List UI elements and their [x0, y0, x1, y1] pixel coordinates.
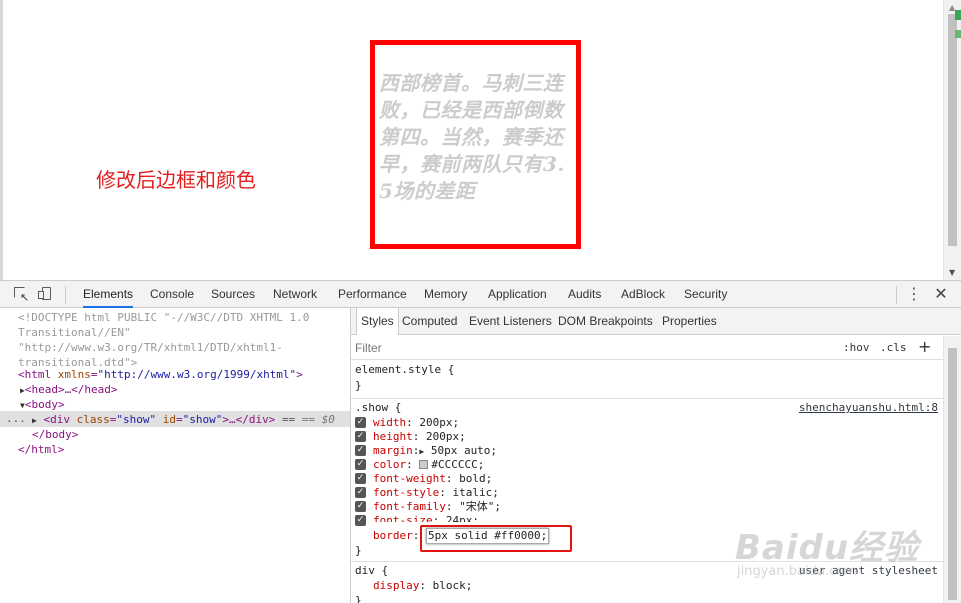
declaration-height[interactable]: height: 200px; — [373, 430, 466, 444]
devtools-toolbar: ↖ Elements Console Sources Network Perfo… — [0, 280, 961, 308]
checkbox-icon[interactable]: ✓ — [355, 459, 366, 470]
tab-network[interactable]: Network — [273, 281, 317, 308]
rule-separator — [351, 398, 943, 399]
checkbox-icon[interactable]: ✓ — [355, 445, 366, 456]
hover-state-toggle[interactable]: :hov — [843, 341, 870, 354]
tab-security[interactable]: Security — [684, 281, 727, 308]
declaration-width[interactable]: width: 200px; — [373, 416, 459, 430]
close-icon[interactable]: ✕ — [933, 284, 949, 304]
declaration-font-weight[interactable]: font-weight: bold; — [373, 472, 492, 486]
styles-scrollbar[interactable] — [943, 336, 961, 603]
rule-close-brace: } — [355, 379, 362, 392]
row-menu-dots[interactable]: ... — [6, 411, 26, 426]
scroll-down-arrow-icon[interactable]: ▼ — [949, 268, 955, 277]
right-edge-strip — [955, 0, 961, 60]
checkbox-icon[interactable]: ✓ — [355, 515, 366, 526]
div-show-node[interactable]: ▶ <div class="show" id="show">…</div> ==… — [32, 412, 335, 428]
expand-arrow-icon[interactable]: ▶ — [419, 447, 424, 456]
baidu-url: jingyan.baidu.com — [737, 564, 857, 579]
doctype-line[interactable]: "http://www.w3.org/TR/xhtml1/DTD/xhtml1- — [18, 340, 283, 355]
more-options-icon[interactable]: ⋮ — [906, 285, 922, 303]
declaration-font-size[interactable]: font-size: 24px; — [373, 514, 479, 522]
tab-elements[interactable]: Elements — [83, 281, 134, 308]
subtab-event-listeners[interactable]: Event Listeners — [465, 308, 556, 334]
subtab-dom-breakpoints[interactable]: DOM Breakpoints — [554, 308, 657, 334]
show-div: 西部榜首。马刺三连败，已经是西部倒数第四。当然，赛季还早，赛前两队只有3.5场的… — [370, 40, 581, 249]
declaration-margin[interactable]: margin:▶ 50px auto; — [373, 444, 497, 459]
tab-application[interactable]: Application — [488, 281, 547, 308]
body-close[interactable]: </body> — [32, 427, 78, 442]
checkbox-icon[interactable]: ✓ — [355, 431, 366, 442]
tab-console[interactable]: Console — [150, 281, 194, 308]
inspect-element-icon[interactable]: ↖ — [14, 287, 29, 303]
page-viewport: 修改后边框和颜色 西部榜首。马刺三连败，已经是西部倒数第四。当然，赛季还早，赛前… — [0, 0, 961, 280]
html-node[interactable]: <html xmlns="http://www.w3.org/1999/xhtm… — [18, 367, 303, 382]
doctype-line[interactable]: <!DOCTYPE html PUBLIC "-//W3C//DTD XHTML… — [18, 310, 309, 325]
selected-marker: == $0 — [301, 413, 335, 426]
add-rule-icon[interactable]: + — [918, 337, 931, 356]
color-swatch-icon[interactable] — [419, 460, 429, 469]
toolbar-divider — [65, 286, 66, 304]
checkbox-icon[interactable]: ✓ — [355, 417, 366, 428]
elements-tree: ... <!DOCTYPE html PUBLIC "-//W3C//DTD X… — [0, 308, 350, 603]
tab-sources[interactable]: Sources — [211, 281, 255, 308]
head-node[interactable]: ▶<head>…</head> — [20, 382, 118, 398]
source-link[interactable]: shenchayuanshu.html:8 — [799, 401, 938, 415]
styles-subtabs: Styles Computed Event Listeners DOM Brea… — [351, 308, 961, 335]
subtab-styles[interactable]: Styles — [356, 308, 399, 335]
declaration-display[interactable]: display: block; — [373, 579, 472, 593]
body-node[interactable]: ▼<body> — [20, 397, 65, 413]
subtab-computed[interactable]: Computed — [398, 308, 461, 334]
div-rule-selector[interactable]: div { — [355, 564, 388, 578]
device-toggle-icon[interactable] — [38, 287, 52, 301]
html-close[interactable]: </html> — [18, 442, 64, 457]
filter-row: :hov .cls + — [351, 336, 943, 360]
declaration-font-style[interactable]: font-style: italic; — [373, 486, 499, 500]
styles-scrollbar-thumb[interactable] — [948, 348, 957, 600]
toolbar-divider — [896, 286, 897, 304]
page-caption: 修改后边框和颜色 — [96, 168, 256, 192]
tab-audits[interactable]: Audits — [568, 281, 601, 308]
element-style-selector[interactable]: element.style { — [355, 363, 454, 377]
checkbox-icon[interactable]: ✓ — [355, 473, 366, 484]
green-mark-icon — [955, 30, 961, 38]
declaration-font-family[interactable]: font-family: "宋体"; — [373, 500, 501, 514]
expand-arrow-icon[interactable]: ▶ — [32, 416, 37, 425]
checkbox-icon[interactable]: ✓ — [355, 487, 366, 498]
class-toggle[interactable]: .cls — [880, 341, 907, 354]
annotation-highlight-box — [420, 525, 572, 552]
rule-close-brace: } — [355, 544, 362, 557]
tab-memory[interactable]: Memory — [424, 281, 467, 308]
checkbox-icon[interactable]: ✓ — [355, 501, 366, 512]
rule-close-brace: } — [355, 594, 362, 603]
green-mark-icon — [955, 10, 961, 20]
show-rule-selector[interactable]: .show { — [355, 401, 401, 415]
tab-adblock[interactable]: AdBlock — [621, 281, 665, 308]
baidu-logo: Baidu经验 — [735, 528, 920, 568]
doctype-line[interactable]: Transitional//EN" — [18, 325, 131, 340]
subtab-properties[interactable]: Properties — [658, 308, 721, 334]
tab-performance[interactable]: Performance — [338, 281, 407, 308]
declaration-color[interactable]: color: #CCCCCC; — [373, 458, 484, 472]
styles-filter-input[interactable] — [355, 339, 655, 357]
